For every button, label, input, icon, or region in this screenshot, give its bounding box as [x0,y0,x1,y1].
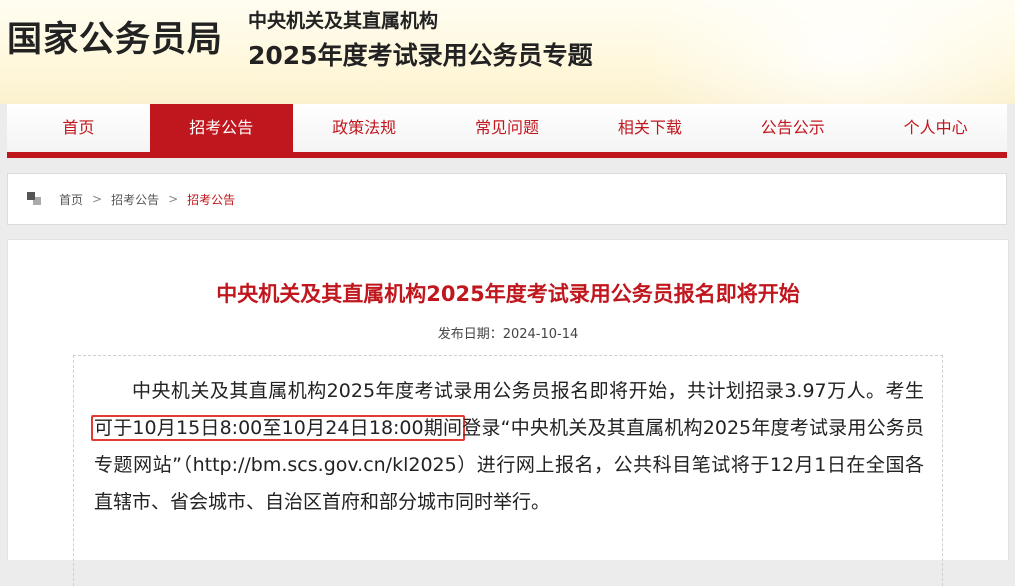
publish-date-value: 2024-10-14 [502,327,579,342]
header-glow [635,0,1015,104]
breadcrumb-current: 招考公告 [187,192,236,207]
nav-item-downloads[interactable]: 相关下载 [578,104,721,152]
main-nav: 首页 招考公告 政策法规 常见问题 相关下载 公告公示 个人中心 [7,104,1007,158]
publish-date: 发布日期：2024-10-14 [8,326,1008,344]
breadcrumb-home[interactable]: 首页 [59,191,83,208]
publish-date-label: 发布日期： [437,327,503,342]
nav-item-home[interactable]: 首页 [7,104,150,152]
breadcrumb-recruitment[interactable]: 招考公告 [111,191,159,208]
brand-logo-text[interactable]: 国家公务员局 [7,20,223,60]
nav-item-announcements[interactable]: 公告公示 [721,104,864,152]
breadcrumb-separator: > [92,192,103,206]
breadcrumb: 首页 > 招考公告 > 招考公告 [7,173,1007,225]
site-subtitle: 中央机关及其直属机构 [248,10,439,32]
registration-period-highlight: 可于10月15日8:00至10月24日18:00期间 [91,415,466,441]
nav-item-personal-center[interactable]: 个人中心 [864,104,1007,152]
body-text-before: 中央机关及其直属机构2025年度考试录用公务员报名即将开始，共计划招录3.97万… [132,380,924,402]
nav-item-policies[interactable]: 政策法规 [293,104,436,152]
site-header: 国家公务员局 中央机关及其直属机构 2025年度考试录用公务员专题 [0,0,1015,104]
article-title: 中央机关及其直属机构2025年度考试录用公务员报名即将开始 [216,282,800,306]
breadcrumb-separator: > [168,192,179,206]
nav-item-faq[interactable]: 常见问题 [436,104,579,152]
article-panel: 中央机关及其直属机构2025年度考试录用公务员报名即将开始 发布日期：2024-… [7,239,1009,586]
article-content-box: 中央机关及其直属机构2025年度考试录用公务员报名即将开始，共计划招录3.97万… [73,355,943,586]
nav-item-recruitment-notices[interactable]: 招考公告 [149,104,293,152]
site-title: 2025年度考试录用公务员专题 [248,41,593,70]
article-body: 中央机关及其直属机构2025年度考试录用公务员报名即将开始，共计划招录3.97万… [91,373,924,521]
location-squares-icon [27,192,43,206]
